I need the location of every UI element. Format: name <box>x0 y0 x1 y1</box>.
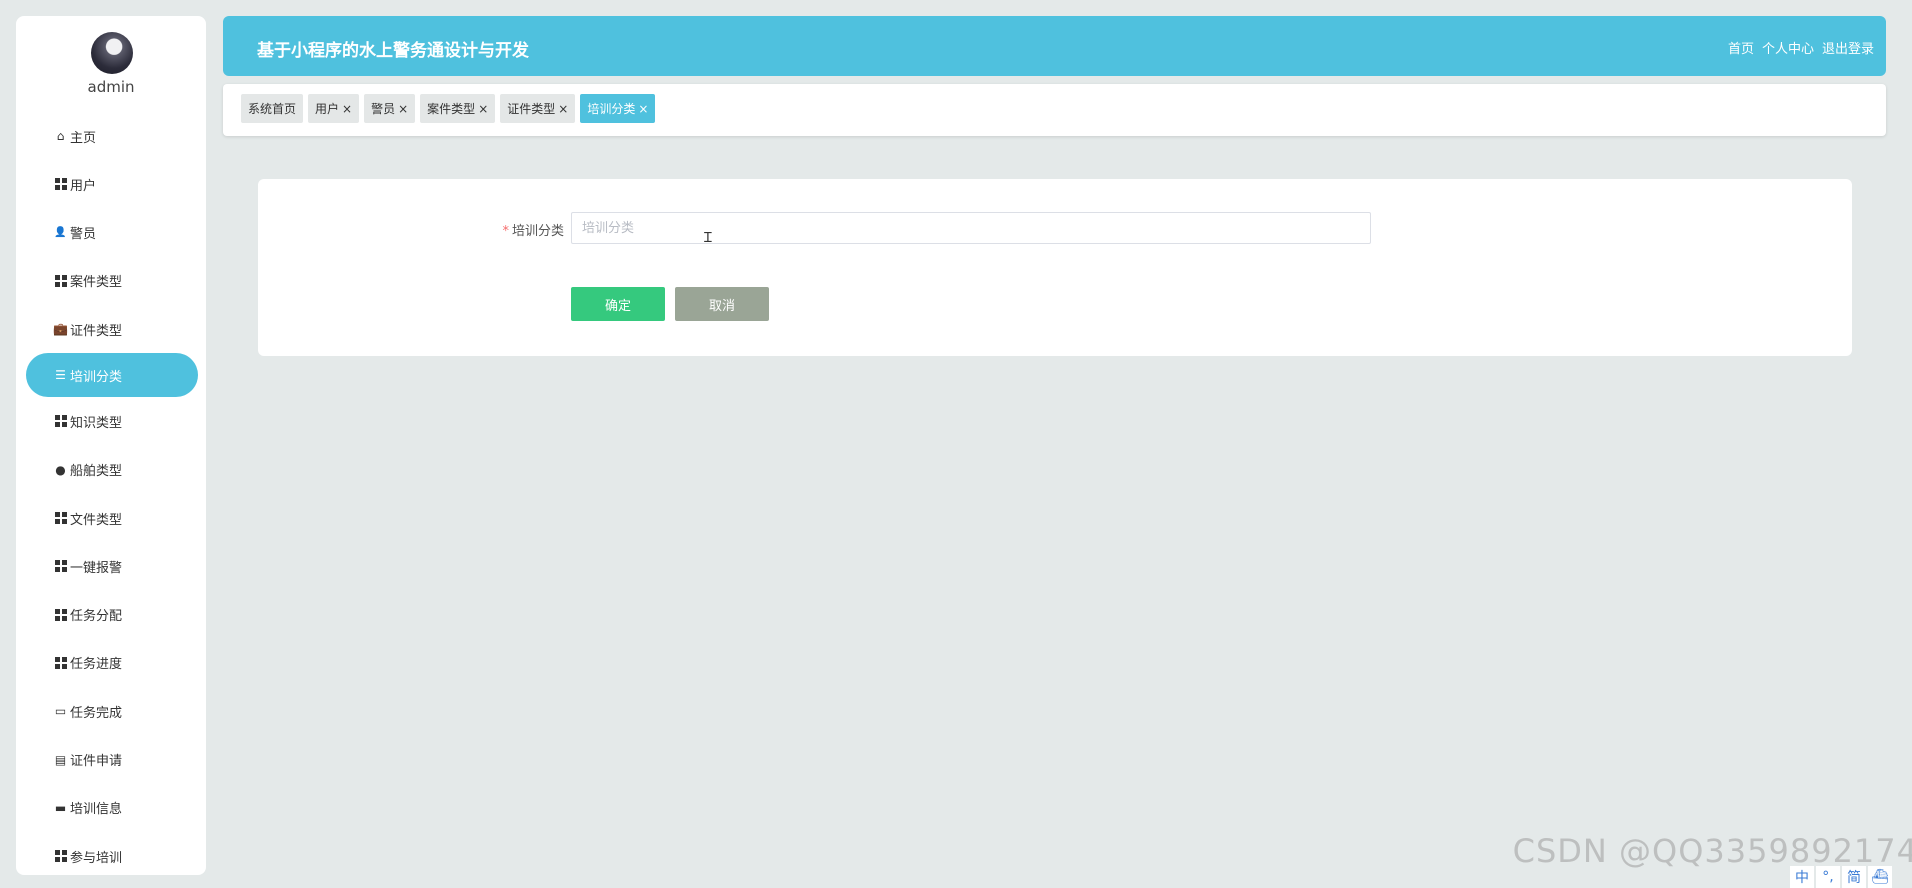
sidebar-item-label: 知识类型 <box>70 415 123 431</box>
sidebar-item[interactable]: ● 船舶类型 <box>16 446 206 494</box>
sidebar-menu: ⌂ 主页用户 👤 警员案件类型 💼 证件类型 ☰ 培训分类知识类型 ● 船舶类型文件类型一键报警任… <box>16 112 206 875</box>
home-icon: ⌂ <box>56 129 65 143</box>
tag-label: 系统首页 <box>248 102 297 116</box>
tag-label: 用户 <box>315 102 340 116</box>
sidebar-item[interactable]: 案件类型 <box>16 257 206 305</box>
tag-list: 系统首页 用户 × 警员 × 案件类型 × 证件类型 × 培训分类 × <box>241 94 656 123</box>
grid-icon <box>54 850 67 863</box>
ime-simplified-icon[interactable]: 简 <box>1842 866 1866 888</box>
grid-icon <box>54 608 67 621</box>
tag-item[interactable]: 培训分类 × <box>580 94 656 123</box>
training-category-input[interactable] <box>571 212 1371 244</box>
sidebar-item[interactable]: 👤 警员 <box>16 209 206 257</box>
home-link[interactable]: 首页 <box>1728 38 1754 57</box>
tag-item[interactable]: 案件类型 × <box>420 94 496 123</box>
tag-item[interactable]: 用户 × <box>308 94 360 123</box>
sidebar-item-label: 证件申请 <box>70 754 123 770</box>
username-label: admin <box>87 78 135 96</box>
grid-icon <box>54 656 67 669</box>
header-links: 首页 个人中心 退出登录 <box>1728 38 1874 57</box>
top-header: 基于小程序的水上警务通设计与开发 首页 个人中心 退出登录 <box>223 16 1886 76</box>
grid-icon <box>54 560 67 573</box>
sidebar-item[interactable]: 参与培训 <box>16 832 206 875</box>
sidebar-item-label: 参与培训 <box>70 850 123 866</box>
sidebar-item-label: 一键报警 <box>70 560 123 576</box>
person-icon: 👤 <box>54 227 67 239</box>
close-icon[interactable]: × <box>558 102 568 116</box>
sidebar-item[interactable]: 用户 <box>16 160 206 208</box>
app-title: 基于小程序的水上警务通设计与开发 <box>257 41 529 61</box>
close-icon[interactable]: × <box>342 102 352 116</box>
grid-icon <box>54 512 67 525</box>
ime-toolbar: 中 °, 简 ⛴ <box>1790 866 1892 888</box>
avatar[interactable] <box>91 32 133 74</box>
ime-punctuation-icon[interactable]: °, <box>1816 866 1840 888</box>
tag-label: 案件类型 <box>427 102 476 116</box>
briefcase-icon: 💼 <box>53 322 68 337</box>
sidebar-item-label: 任务完成 <box>70 705 123 721</box>
sidebar-item[interactable]: ▤ 证件申请 <box>16 736 206 784</box>
tag-item[interactable]: 系统首页 <box>241 94 304 123</box>
sidebar-item[interactable]: ⌂ 主页 <box>16 112 206 160</box>
sidebar-item-label: 用户 <box>70 178 97 194</box>
profile-link[interactable]: 个人中心 <box>1762 38 1814 57</box>
logout-link[interactable]: 退出登录 <box>1822 38 1874 57</box>
printer-icon: ▭ <box>54 704 67 719</box>
sidebar-item-label: 培训信息 <box>70 802 123 818</box>
sidebar-item[interactable]: 任务进度 <box>16 639 206 687</box>
close-icon[interactable]: × <box>398 102 408 116</box>
tag-label: 证件类型 <box>507 102 556 116</box>
ime-chinese-icon[interactable]: 中 <box>1790 866 1814 888</box>
grid-icon <box>54 178 67 191</box>
watermark: CSDN @QQ3359892174 <box>1512 832 1912 870</box>
close-icon[interactable]: × <box>478 102 488 116</box>
sidebar-item-label: 文件类型 <box>70 512 123 528</box>
sidebar-item-label: 警员 <box>70 227 97 243</box>
sidebar-item[interactable]: 文件类型 <box>16 494 206 542</box>
location-pin-icon: ● <box>55 462 66 477</box>
field-label: * 培训分类 <box>258 220 564 239</box>
bag-icon: ▬ <box>54 800 67 815</box>
required-mark: * <box>502 224 509 239</box>
sidebar-item-label: 船舶类型 <box>70 464 123 480</box>
sidebar-item[interactable]: ▬ 培训信息 <box>16 784 206 832</box>
confirm-button[interactable]: 确定 <box>571 287 665 321</box>
sidebar-item-label: 培训分类 <box>70 369 123 385</box>
tags-view: 系统首页 用户 × 警员 × 案件类型 × 证件类型 × 培训分类 × <box>223 84 1886 136</box>
grid-icon <box>54 415 67 428</box>
sidebar-item[interactable]: ☰ 培训分类 <box>26 353 198 398</box>
sliders-icon: ☰ <box>55 368 66 383</box>
text-cursor-icon: Ɪ <box>704 230 712 246</box>
sidebar-item[interactable]: 知识类型 <box>16 397 206 445</box>
cancel-button[interactable]: 取消 <box>675 287 769 321</box>
ime-skin-icon[interactable]: ⛴ <box>1868 866 1892 888</box>
grid-icon <box>54 274 67 287</box>
sidebar-item-label: 任务分配 <box>70 609 123 625</box>
sidebar-item[interactable]: 一键报警 <box>16 542 206 590</box>
tag-label: 警员 <box>371 102 396 116</box>
sidebar-item[interactable]: 💼 证件类型 <box>16 305 206 353</box>
tag-item[interactable]: 警员 × <box>364 94 416 123</box>
tag-label: 培训分类 <box>587 102 636 116</box>
close-icon[interactable]: × <box>638 102 648 116</box>
sidebar-item-label: 主页 <box>70 130 97 146</box>
clipboard-icon: ▤ <box>54 752 67 767</box>
tag-item[interactable]: 证件类型 × <box>500 94 576 123</box>
sidebar: admin ⌂ 主页用户 👤 警员案件类型 💼 证件类型 ☰ 培训分类知识类型 ● 船舶类型文件类… <box>16 16 206 875</box>
field-label-text: 培训分类 <box>511 224 564 239</box>
sidebar-item-label: 证件类型 <box>70 323 123 339</box>
sidebar-item[interactable]: 任务分配 <box>16 591 206 639</box>
sidebar-item[interactable]: ▭ 任务完成 <box>16 687 206 735</box>
sidebar-item-label: 案件类型 <box>70 275 123 291</box>
sidebar-item-label: 任务进度 <box>70 657 123 673</box>
form-card: *培训分类 Ɪ 确定 取消 <box>258 179 1852 356</box>
